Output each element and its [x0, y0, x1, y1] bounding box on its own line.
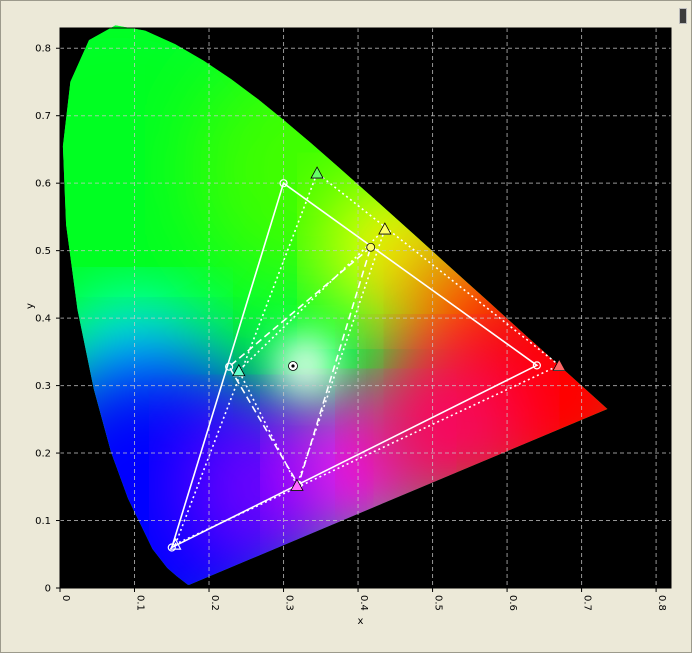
- x-tick-label: 0.8: [656, 595, 667, 611]
- y-tick-label: 0.6: [35, 179, 51, 190]
- x-tick-label: 0.6: [507, 595, 518, 611]
- x-tick-label: 0.1: [135, 595, 146, 611]
- y-axis-title: y: [25, 303, 36, 309]
- x-tick-label: 0.3: [284, 595, 295, 611]
- x-axis-title: x: [358, 616, 364, 627]
- cie-chart: 0 0.1 0.2 0.3 0.4 0.5 0.6 0.7 0.8 0 0.1 0.2 0.3 0.4 0.…: [25, 25, 672, 627]
- x-tick-label: 0: [60, 595, 71, 601]
- x-tick-label: 0.7: [582, 595, 593, 611]
- yellow-circle-marker: [366, 242, 376, 252]
- y-tick-label: 0.8: [35, 44, 51, 55]
- white-point-center: [291, 364, 295, 368]
- y-tick-label: 0.7: [35, 111, 51, 122]
- y-tick-label: 0.4: [35, 314, 51, 325]
- x-tick-label: 0.5: [433, 595, 444, 611]
- y-tick-label: 0.3: [35, 381, 51, 392]
- x-tick-label: 0.2: [209, 595, 220, 611]
- y-tick-label: 0: [45, 584, 51, 595]
- white-center: [275, 335, 336, 396]
- y-tick-label: 0.1: [35, 516, 51, 527]
- y-tick-label: 0.2: [35, 449, 51, 460]
- y-tick-label: 0.5: [35, 246, 51, 257]
- x-tick-label: 0.4: [358, 595, 369, 611]
